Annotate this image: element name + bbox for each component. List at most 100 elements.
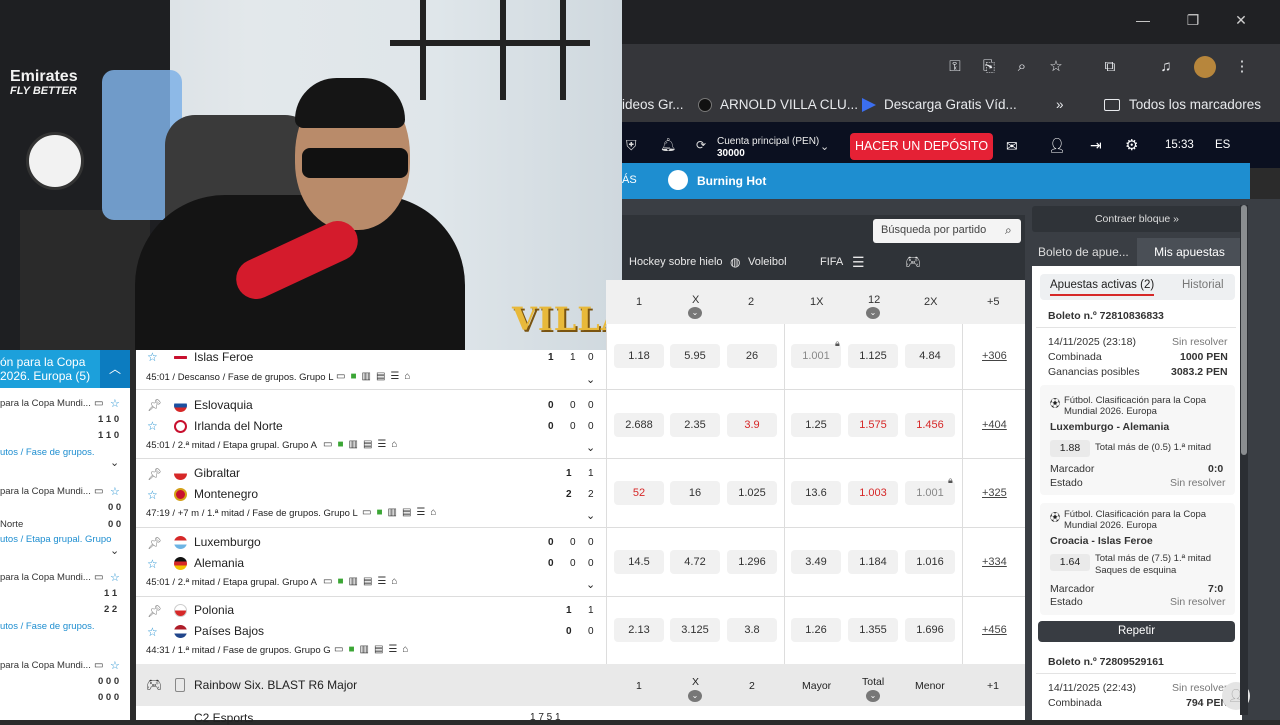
restore-button[interactable]: ❐ bbox=[1178, 12, 1208, 29]
odd-1x[interactable]: 3.49 bbox=[791, 550, 841, 574]
sport-hockey[interactable]: Hockey sobre hielo bbox=[629, 256, 723, 268]
odd-1[interactable]: 14.5 bbox=[614, 550, 664, 574]
odd-x[interactable]: 4.72 bbox=[670, 550, 720, 574]
search-icon[interactable]: ⌕ bbox=[1005, 223, 1012, 238]
selection-match[interactable]: Luxemburgo - Alemania bbox=[1050, 421, 1169, 433]
star-icon[interactable]: ☆ bbox=[147, 557, 158, 571]
selection-match[interactable]: Croacia - Islas Feroe bbox=[1050, 535, 1153, 547]
chevron-down-icon[interactable]: ⌄ bbox=[110, 544, 119, 557]
odd-x[interactable]: 2.35 bbox=[670, 413, 720, 437]
subnav-more[interactable]: ÁS bbox=[622, 174, 637, 186]
odd-12[interactable]: 1.184 bbox=[848, 550, 898, 574]
install-icon[interactable]: ⎘ bbox=[979, 57, 999, 77]
odd-2x[interactable]: 1.456 bbox=[905, 413, 955, 437]
pin-icon[interactable]: 📌︎ bbox=[147, 604, 162, 618]
odd-2x[interactable]: 1.696 bbox=[905, 618, 955, 642]
expand-icon[interactable]: ⌄ bbox=[688, 690, 702, 702]
odd-1[interactable]: 2.688 bbox=[614, 413, 664, 437]
profile-avatar[interactable] bbox=[1194, 56, 1216, 78]
odd-2[interactable]: 3.9 bbox=[727, 413, 777, 437]
subnav-burning-hot[interactable]: Burning Hot bbox=[697, 174, 766, 188]
mail-icon[interactable]: ✉ bbox=[1006, 138, 1018, 155]
scrollbar[interactable] bbox=[1240, 205, 1248, 715]
odd-12[interactable]: 1.125 bbox=[848, 344, 898, 368]
star-icon[interactable]: ☆ bbox=[110, 485, 120, 498]
expand-icon[interactable]: ⌄ bbox=[688, 307, 702, 319]
bookmark-star-icon[interactable]: ☆ bbox=[1046, 57, 1066, 77]
chevron-up-icon[interactable]: ︿ bbox=[100, 350, 130, 388]
more-markets-link[interactable]: +404 bbox=[982, 419, 1007, 431]
repeat-button[interactable]: Repetir bbox=[1038, 621, 1235, 642]
search-input[interactable]: Búsqueda por partido bbox=[873, 219, 1021, 243]
sport-volleyball[interactable]: Voleibol bbox=[748, 256, 787, 268]
bookmark-all[interactable]: Todos los marcadores bbox=[1129, 97, 1261, 112]
odd-2x[interactable]: 1.016 bbox=[905, 550, 955, 574]
odd-2[interactable]: 26 bbox=[727, 344, 777, 368]
odd-x[interactable]: 5.95 bbox=[670, 344, 720, 368]
bookmark-1[interactable]: ideos Gr... bbox=[622, 97, 684, 112]
shield-icon[interactable]: ⛨ bbox=[626, 137, 637, 154]
logout-icon[interactable]: ⇥ bbox=[1090, 137, 1102, 154]
deposit-button[interactable]: HACER UN DEPÓSITO bbox=[850, 133, 993, 160]
esports-title[interactable]: Rainbow Six. BLAST R6 Major bbox=[194, 678, 357, 692]
pin-icon[interactable]: 📌︎ bbox=[147, 467, 162, 481]
chevron-down-icon[interactable]: ⌄ bbox=[586, 441, 595, 454]
more-markets-link[interactable]: +306 bbox=[982, 350, 1007, 362]
odd-x[interactable]: 16 bbox=[670, 481, 720, 505]
odd-12[interactable]: 1.355 bbox=[848, 618, 898, 642]
chevron-down-icon[interactable]: ⌄ bbox=[110, 456, 119, 469]
odd-2[interactable]: 1.025 bbox=[727, 481, 777, 505]
odd-1[interactable]: 2.13 bbox=[614, 618, 664, 642]
star-icon[interactable]: ☆ bbox=[110, 397, 120, 410]
more-markets-link[interactable]: +325 bbox=[982, 487, 1007, 499]
odd-12[interactable]: 1.003 bbox=[848, 481, 898, 505]
settings-icon[interactable]: ⚙ bbox=[1125, 136, 1138, 154]
close-button[interactable]: ✕ bbox=[1226, 12, 1256, 29]
odd-1x[interactable]: 1.001 bbox=[791, 344, 841, 368]
expand-icon[interactable]: ⌄ bbox=[866, 307, 880, 319]
chevron-down-icon[interactable]: ⌄ bbox=[820, 140, 829, 153]
odd-2x[interactable]: 4.84 bbox=[905, 344, 955, 368]
odd-1x[interactable]: 1.25 bbox=[791, 413, 841, 437]
account-label[interactable]: Cuenta principal (PEN) bbox=[717, 136, 819, 147]
left-list-item[interactable]: para la Copa Mundi... ▭ ☆ 0 0 Norte 0 0 … bbox=[0, 486, 130, 558]
more-markets-link[interactable]: +334 bbox=[982, 556, 1007, 568]
odd-1x[interactable]: 13.6 bbox=[791, 481, 841, 505]
odd-1[interactable]: 52 bbox=[614, 481, 664, 505]
sport-fifa[interactable]: FIFA bbox=[820, 256, 843, 268]
language-select[interactable]: ES bbox=[1215, 139, 1230, 151]
star-icon[interactable]: ☆ bbox=[147, 488, 158, 502]
pin-icon[interactable]: 📌︎ bbox=[147, 536, 162, 550]
odd-1x[interactable]: 1.26 bbox=[791, 618, 841, 642]
bookmark-3[interactable]: Descarga Gratis Víd... bbox=[884, 97, 1017, 112]
more-markets-link[interactable]: +456 bbox=[982, 624, 1007, 636]
star-icon[interactable]: ☆ bbox=[110, 571, 120, 584]
zoom-icon[interactable]: ⌕ bbox=[1012, 57, 1032, 77]
bell-icon[interactable]: 🔔︎ bbox=[660, 137, 677, 153]
tab-history[interactable]: Historial bbox=[1182, 279, 1224, 291]
gamepad-icon[interactable]: 🎮︎ bbox=[905, 254, 922, 270]
list-menu-icon[interactable]: ☰ bbox=[852, 254, 865, 271]
chevron-down-icon[interactable]: ⌄ bbox=[586, 373, 595, 386]
expand-icon[interactable]: ⌄ bbox=[866, 690, 880, 702]
odd-12[interactable]: 1.575 bbox=[848, 413, 898, 437]
ticket-number[interactable]: Boleto n.º 72809529161 bbox=[1048, 656, 1164, 668]
bookmarks-overflow[interactable]: » bbox=[1056, 97, 1064, 112]
star-icon[interactable]: ☆ bbox=[147, 419, 158, 433]
minimize-button[interactable]: — bbox=[1128, 12, 1158, 28]
chevron-down-icon[interactable]: ⌄ bbox=[586, 509, 595, 522]
extensions-icon[interactable]: ⧉ bbox=[1100, 57, 1120, 77]
star-icon[interactable]: ☆ bbox=[147, 350, 158, 364]
key-icon[interactable]: ⚿ bbox=[945, 57, 965, 77]
tab-my-bets[interactable]: Mis apuestas bbox=[1137, 238, 1242, 266]
menu-icon[interactable]: ⋮ bbox=[1232, 57, 1252, 77]
media-icon[interactable]: ♫ bbox=[1156, 57, 1176, 77]
odd-x[interactable]: 3.125 bbox=[670, 618, 720, 642]
left-list-item[interactable]: para la Copa Mundi... ▭ ☆ 1 1 0 1 1 0 ut… bbox=[0, 398, 130, 470]
refresh-icon[interactable]: ⟳ bbox=[696, 138, 706, 152]
bookmark-2[interactable]: ARNOLD VILLA CLU... bbox=[720, 97, 858, 112]
star-icon[interactable]: ☆ bbox=[147, 625, 158, 639]
odd-1[interactable]: 1.18 bbox=[614, 344, 664, 368]
collapse-block-button[interactable]: Contraer bloque » bbox=[1032, 206, 1242, 232]
star-icon[interactable]: ☆ bbox=[110, 659, 120, 672]
